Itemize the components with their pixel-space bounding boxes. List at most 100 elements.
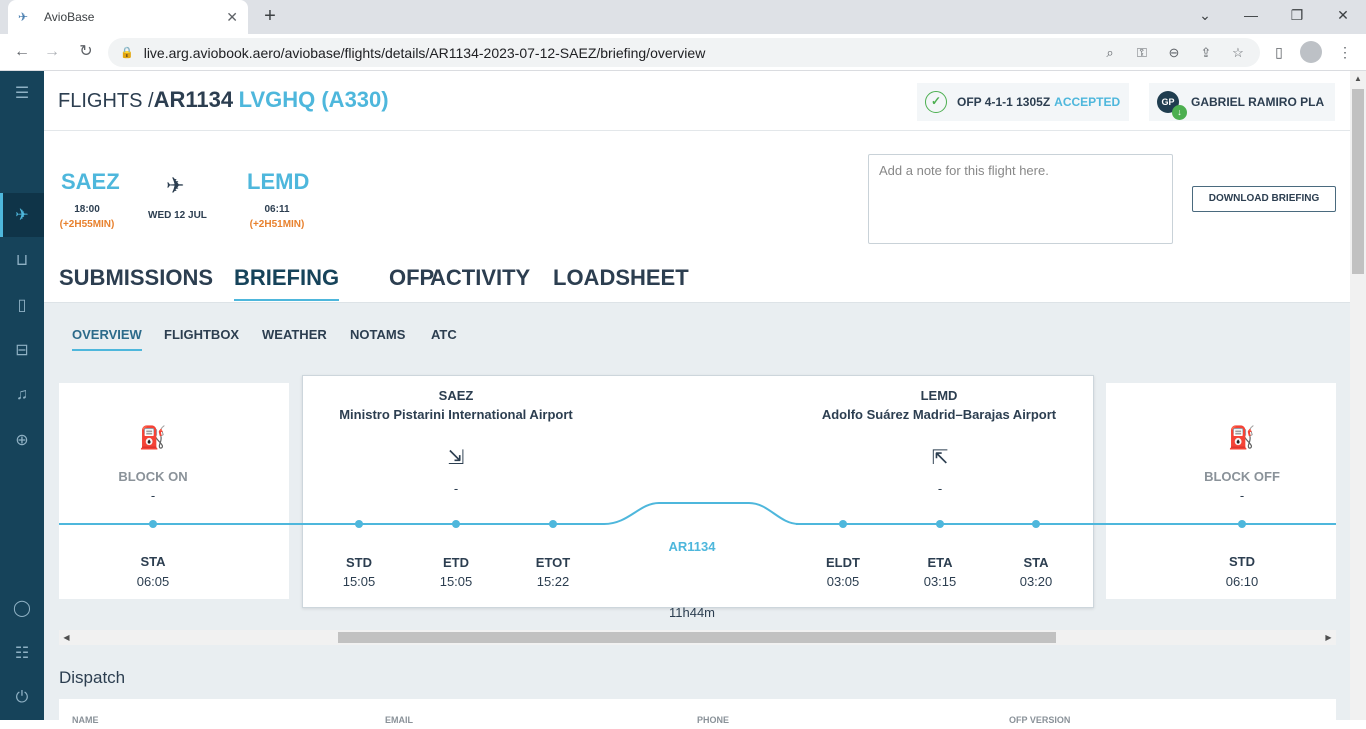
restore-button[interactable]: ❐ bbox=[1274, 0, 1320, 30]
tab-briefing[interactable]: BRIEFING bbox=[234, 265, 340, 301]
flight-number: AR1134 bbox=[153, 87, 234, 112]
scrollbar-thumb[interactable] bbox=[338, 632, 1056, 643]
timeline-scrollbar[interactable]: ◀ ▶ bbox=[59, 630, 1336, 645]
departure-delay: (+2H55MIN) bbox=[59, 219, 115, 230]
event-std-time: 15:05 bbox=[342, 574, 376, 589]
scroll-left-icon[interactable]: ◀ bbox=[59, 630, 74, 645]
event-etot-label: ETOT bbox=[535, 555, 571, 570]
hamburger-menu-icon[interactable]: ☰ bbox=[0, 71, 44, 115]
key-icon[interactable]: ⚿ bbox=[1130, 38, 1154, 67]
tab-loadsheet[interactable]: LOADSHEET bbox=[553, 265, 689, 291]
search-icon[interactable]: ⌕ bbox=[1098, 38, 1122, 67]
sidebar-item-logout[interactable]: ⏻ bbox=[0, 676, 44, 720]
sidebar-item-globe[interactable]: ⊕ bbox=[0, 418, 44, 462]
page-scrollbar[interactable]: ▲ bbox=[1350, 71, 1366, 720]
sidebar-item-flights[interactable]: ✈ bbox=[0, 193, 44, 237]
event-eta-label: ETA bbox=[927, 555, 953, 570]
share-icon[interactable]: ⇪ bbox=[1194, 38, 1218, 67]
ofp-status-badge[interactable]: ✓ OFP 4-1-1 1305Z ACCEPTED bbox=[917, 83, 1129, 121]
timeline-line-left bbox=[59, 523, 604, 525]
zoom-icon[interactable]: ⊖ bbox=[1162, 38, 1186, 67]
new-tab-button[interactable]: + bbox=[258, 5, 282, 29]
aviobase-favicon-icon: ✈ bbox=[18, 10, 29, 24]
subtab-notams[interactable]: NOTAMS bbox=[350, 327, 405, 342]
sidebar-item-tablet[interactable]: ▯ bbox=[0, 283, 44, 327]
event-sta-time: 03:20 bbox=[1019, 574, 1053, 589]
close-tab-icon[interactable]: ✕ bbox=[226, 9, 238, 26]
route-curve bbox=[599, 502, 799, 525]
minimize-button[interactable]: — bbox=[1228, 0, 1274, 30]
bookmark-star-icon[interactable]: ☆ bbox=[1226, 38, 1250, 67]
event-std-label: STD bbox=[346, 555, 372, 570]
profile-avatar[interactable] bbox=[1300, 41, 1322, 63]
ofp-accepted-status: ACCEPTED bbox=[1054, 95, 1121, 109]
avatar-initials: GP bbox=[1161, 97, 1175, 107]
arrival-time: 06:11 bbox=[264, 204, 290, 215]
column-header-name: NAME bbox=[72, 715, 99, 725]
user-menu[interactable]: GP ↓ GABRIEL RAMIRO PLA bbox=[1149, 83, 1335, 121]
tab-search-icon[interactable]: ⌄ bbox=[1182, 0, 1228, 30]
timeline-dot bbox=[1032, 520, 1040, 528]
block-on-card: ⛽ BLOCK ON - STA 06:05 bbox=[59, 383, 289, 599]
breadcrumb-flights-link[interactable]: FLIGHTS / bbox=[58, 90, 154, 112]
origin-code: SAEZ bbox=[438, 388, 474, 403]
back-button[interactable]: ← bbox=[10, 40, 34, 64]
scroll-up-icon[interactable]: ▲ bbox=[1350, 71, 1366, 87]
sidebar: ☰ ✈ ⊔ ▯ ⊟ ♫ ⊕ ◯ ☷ ⏻ bbox=[0, 71, 44, 720]
arrival-gate-icon: ⇱ bbox=[931, 447, 949, 469]
origin-name: Ministro Pistarini International Airport bbox=[339, 407, 573, 422]
flight-timeline: ⛽ BLOCK ON - STA 06:05 ⛽ BLOCK OFF - STD… bbox=[59, 373, 1336, 620]
globe-icon: ⊕ bbox=[15, 432, 29, 449]
close-window-button[interactable]: ✕ bbox=[1320, 0, 1366, 30]
origin-value: - bbox=[453, 481, 459, 496]
block-off-label: BLOCK OFF bbox=[1204, 469, 1280, 484]
forward-button[interactable]: → bbox=[40, 40, 64, 64]
side-panel-icon[interactable]: ▯ bbox=[1267, 40, 1291, 64]
route-flight-number: AR1134 bbox=[668, 539, 716, 554]
reload-button[interactable]: ↻ bbox=[74, 40, 98, 64]
tab-ofp[interactable]: OFP bbox=[389, 265, 434, 291]
avatar: GP ↓ bbox=[1157, 91, 1187, 120]
browser-toolbar: ← → ↻ 🔒 live.arg.aviobook.aero/aviobase/… bbox=[0, 34, 1366, 71]
subtab-atc[interactable]: ATC bbox=[431, 327, 457, 342]
ofp-label: OFP 4-1-1 1305Z bbox=[957, 95, 1051, 109]
column-header-ofp-version: OFP VERSION bbox=[1009, 715, 1071, 725]
tab-activity[interactable]: ACTIVITY bbox=[430, 265, 530, 291]
tablet-icon: ▯ bbox=[17, 297, 27, 314]
left-event-time: 06:05 bbox=[136, 574, 170, 589]
sidebar-item-inbox[interactable]: ⊔ bbox=[0, 238, 44, 282]
column-header-email: EMAIL bbox=[385, 715, 413, 725]
event-eldt-time: 03:05 bbox=[826, 574, 860, 589]
tab-submissions[interactable]: SUBMISSIONS bbox=[59, 265, 213, 291]
menu-kebab-icon[interactable]: ⋮ bbox=[1333, 40, 1357, 64]
page-scrollbar-thumb[interactable] bbox=[1352, 89, 1364, 274]
dispatch-table: NAME EMAIL PHONE OFP VERSION bbox=[59, 699, 1336, 729]
address-bar[interactable]: 🔒 live.arg.aviobook.aero/aviobase/flight… bbox=[108, 38, 1260, 67]
departure-time: 18:00 bbox=[74, 204, 100, 215]
timeline-dot bbox=[839, 520, 847, 528]
sidebar-item-profile[interactable]: ◯ bbox=[0, 586, 44, 630]
subtab-overview[interactable]: OVERVIEW bbox=[72, 327, 142, 351]
sidebar-item-settings[interactable]: ☷ bbox=[0, 631, 44, 675]
dispatch-heading: Dispatch bbox=[59, 668, 126, 687]
breadcrumb: FLIGHTS /AR1134 LVGHQ (A330) bbox=[58, 87, 389, 113]
timeline-dot bbox=[452, 520, 460, 528]
download-briefing-button[interactable]: DOWNLOAD BRIEFING bbox=[1192, 186, 1336, 212]
app-root: ☰ ✈ ⊔ ▯ ⊟ ♫ ⊕ ◯ ☷ ⏻ FLIGHTS /AR1134 LVGH… bbox=[0, 71, 1366, 729]
fuel-pump-icon: ⛽ bbox=[1228, 425, 1256, 450]
departure-gate-icon: ⇲ bbox=[447, 447, 465, 469]
sidebar-item-library[interactable]: ⊟ bbox=[0, 328, 44, 372]
timeline-dot bbox=[549, 520, 557, 528]
check-circle-icon: ✓ bbox=[925, 91, 947, 113]
sub-tabs: OVERVIEW FLIGHTBOX WEATHER NOTAMS ATC bbox=[44, 303, 1350, 361]
lock-icon[interactable]: 🔒 bbox=[120, 46, 134, 59]
browser-tab[interactable]: ✈ AvioBase ✕ bbox=[8, 0, 248, 34]
subtab-weather[interactable]: WEATHER bbox=[262, 327, 327, 342]
sidebar-item-notifications[interactable]: ♫ bbox=[0, 373, 44, 417]
flight-note-input[interactable]: Add a note for this flight here. bbox=[868, 154, 1173, 244]
event-etd-label: ETD bbox=[443, 555, 469, 570]
timeline-dot bbox=[355, 520, 363, 528]
scroll-right-icon[interactable]: ▶ bbox=[1321, 630, 1336, 645]
subtab-flightbox[interactable]: FLIGHTBOX bbox=[164, 327, 239, 342]
sliders-icon: ☷ bbox=[14, 645, 30, 662]
